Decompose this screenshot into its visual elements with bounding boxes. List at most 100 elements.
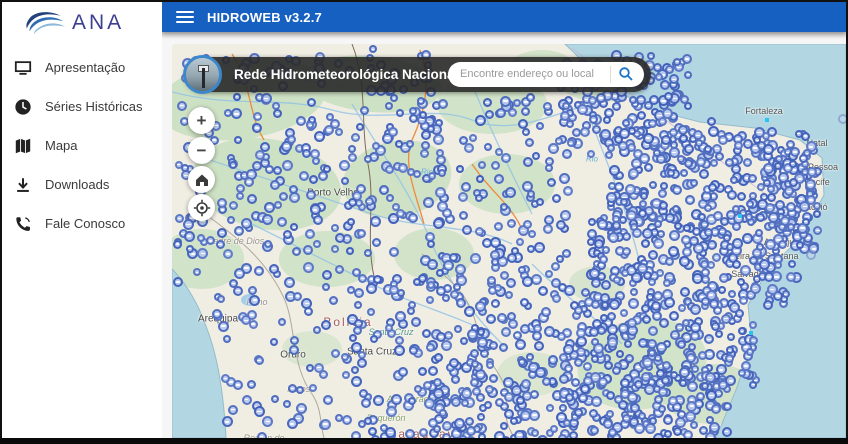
station-marker[interactable]	[653, 149, 661, 157]
station-marker[interactable]	[538, 286, 548, 296]
station-marker[interactable]	[759, 259, 770, 270]
station-marker[interactable]	[470, 253, 481, 264]
coastal-station-dot[interactable]	[738, 214, 742, 218]
station-marker[interactable]	[442, 294, 450, 302]
station-marker[interactable]	[599, 255, 608, 264]
station-marker[interactable]	[408, 397, 416, 405]
station-marker[interactable]	[721, 314, 731, 324]
station-marker[interactable]	[774, 162, 782, 170]
station-marker[interactable]	[604, 108, 614, 118]
station-marker[interactable]	[183, 219, 194, 230]
station-marker[interactable]	[629, 96, 637, 104]
station-marker[interactable]	[177, 101, 187, 111]
station-marker[interactable]	[314, 363, 324, 373]
station-marker[interactable]	[228, 405, 238, 415]
station-marker[interactable]	[418, 274, 427, 283]
station-marker[interactable]	[672, 205, 680, 213]
station-marker[interactable]	[223, 335, 231, 343]
station-marker[interactable]	[296, 386, 304, 394]
station-marker[interactable]	[778, 223, 786, 231]
station-marker[interactable]	[478, 161, 486, 169]
station-marker[interactable]	[786, 202, 796, 212]
empty-station-ring[interactable]	[806, 250, 816, 260]
station-marker[interactable]	[684, 159, 693, 168]
station-marker[interactable]	[270, 180, 280, 190]
station-marker[interactable]	[637, 263, 648, 274]
station-marker[interactable]	[483, 98, 492, 107]
station-marker[interactable]	[737, 192, 746, 201]
station-marker[interactable]	[323, 395, 333, 405]
station-marker[interactable]	[385, 165, 394, 174]
station-marker[interactable]	[701, 382, 709, 390]
station-marker[interactable]	[684, 71, 692, 79]
search-button[interactable]	[614, 66, 638, 83]
station-marker[interactable]	[680, 95, 689, 104]
station-marker[interactable]	[641, 239, 650, 248]
station-marker[interactable]	[620, 309, 628, 317]
station-marker[interactable]	[236, 184, 245, 193]
station-marker[interactable]	[566, 120, 574, 128]
station-marker[interactable]	[630, 288, 638, 296]
station-marker[interactable]	[765, 203, 775, 213]
station-marker[interactable]	[648, 326, 658, 336]
station-marker[interactable]	[279, 192, 288, 201]
station-marker[interactable]	[486, 314, 496, 324]
station-marker[interactable]	[589, 327, 599, 337]
station-marker[interactable]	[495, 398, 504, 407]
station-marker[interactable]	[449, 358, 459, 368]
station-marker[interactable]	[527, 190, 535, 198]
station-marker[interactable]	[385, 324, 393, 332]
station-marker[interactable]	[475, 301, 486, 312]
station-marker[interactable]	[665, 257, 674, 266]
zoom-out-button[interactable]: −	[188, 137, 215, 164]
station-marker[interactable]	[683, 224, 691, 232]
station-marker[interactable]	[405, 429, 415, 438]
station-marker[interactable]	[652, 311, 662, 321]
station-marker[interactable]	[388, 127, 398, 137]
station-marker[interactable]	[753, 275, 761, 283]
station-marker[interactable]	[417, 97, 425, 105]
station-marker[interactable]	[394, 345, 405, 356]
station-marker[interactable]	[522, 128, 530, 136]
station-marker[interactable]	[233, 286, 243, 296]
map-search-input[interactable]	[450, 63, 602, 84]
station-marker[interactable]	[625, 354, 634, 363]
station-marker[interactable]	[722, 427, 732, 437]
station-marker[interactable]	[283, 230, 292, 239]
station-marker[interactable]	[684, 144, 694, 154]
station-marker[interactable]	[299, 171, 309, 181]
station-marker[interactable]	[763, 179, 771, 187]
station-marker[interactable]	[351, 431, 361, 438]
station-marker[interactable]	[229, 201, 238, 210]
station-marker[interactable]	[217, 228, 227, 238]
station-marker[interactable]	[565, 393, 574, 402]
station-marker[interactable]	[241, 218, 252, 229]
station-marker[interactable]	[261, 93, 272, 104]
station-marker[interactable]	[467, 329, 478, 340]
station-marker[interactable]	[608, 428, 617, 437]
station-marker[interactable]	[257, 432, 267, 438]
station-marker[interactable]	[607, 144, 615, 152]
station-marker[interactable]	[704, 228, 713, 237]
station-marker[interactable]	[408, 213, 418, 223]
station-marker[interactable]	[255, 150, 265, 160]
station-marker[interactable]	[718, 135, 728, 145]
station-marker[interactable]	[789, 160, 797, 168]
station-marker[interactable]	[622, 247, 631, 256]
sidebar-item-apresentacao[interactable]: Apresentação	[2, 48, 162, 87]
station-marker[interactable]	[218, 321, 229, 332]
zoom-in-button[interactable]: +	[188, 107, 215, 134]
station-marker[interactable]	[649, 417, 657, 425]
station-marker[interactable]	[406, 140, 414, 148]
station-marker[interactable]	[654, 354, 662, 362]
station-marker[interactable]	[622, 414, 631, 423]
station-marker[interactable]	[807, 167, 817, 177]
station-marker[interactable]	[658, 387, 668, 397]
station-marker[interactable]	[265, 165, 274, 174]
station-marker[interactable]	[668, 396, 678, 406]
sidebar-item-downloads[interactable]: Downloads	[2, 165, 162, 204]
station-marker[interactable]	[341, 353, 349, 361]
station-marker[interactable]	[723, 402, 732, 411]
station-marker[interactable]	[735, 309, 744, 318]
station-marker[interactable]	[797, 223, 808, 234]
